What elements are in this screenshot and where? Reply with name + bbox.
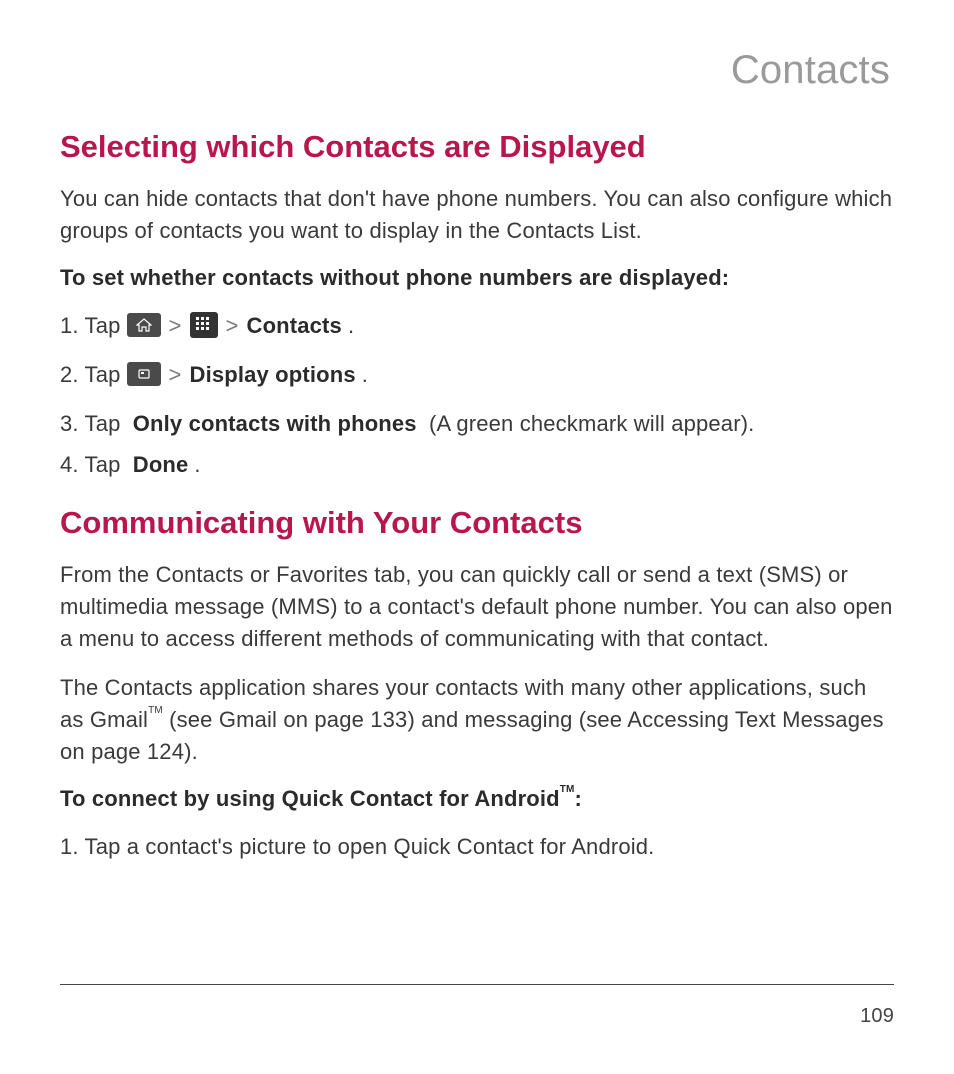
section2-steps: 1. Tap a contact's picture to open Quick…: [60, 830, 894, 863]
section2-subhead: To connect by using Quick Contact for An…: [60, 786, 894, 812]
step3-only-contacts-label: Only contacts with phones: [133, 411, 417, 436]
section2-p1: From the Contacts or Favorites tab, you …: [60, 559, 894, 655]
subhead-part-b: :: [575, 786, 583, 811]
tm-icon-2: TM: [560, 784, 575, 795]
step1-prefix: 1. Tap: [60, 309, 121, 342]
page-header-title: Contacts: [60, 48, 890, 93]
step-4: 4. Tap Done.: [60, 448, 894, 481]
page-number: 109: [860, 1005, 894, 1027]
apps-grid-icon: [190, 312, 218, 338]
step3-suffix: (A green checkmark will appear).: [423, 411, 755, 436]
p2-part-b: (see Gmail on page 133) and messaging (s…: [60, 707, 884, 764]
section-heading-communicating: Communicating with Your Contacts: [60, 505, 894, 541]
step4-period: .: [194, 452, 200, 477]
step-3: 3. Tap Only contacts with phones (A gree…: [60, 407, 894, 440]
section2-step1-text: 1. Tap a contact's picture to open Quick…: [60, 834, 654, 859]
section1-subhead: To set whether contacts without phone nu…: [60, 265, 894, 291]
sep-icon-1: >: [167, 309, 184, 342]
page-footer: 109: [60, 984, 894, 1028]
step4-done-label: Done: [133, 452, 189, 477]
step2-prefix: 2. Tap: [60, 358, 121, 391]
sep-icon-3: >: [167, 358, 184, 391]
subhead-part-a: To connect by using Quick Contact for An…: [60, 786, 560, 811]
sep-icon-2: >: [224, 309, 241, 342]
step2-display-options-label: Display options: [190, 358, 356, 391]
step1-period: .: [348, 309, 354, 342]
step4-prefix: 4. Tap: [60, 452, 121, 477]
tm-icon-1: TM: [148, 705, 163, 716]
step1-contacts-label: Contacts: [247, 309, 342, 342]
home-icon: [127, 313, 161, 337]
section2-p2: The Contacts application shares your con…: [60, 672, 894, 768]
step-2: 2. Tap > Display options.: [60, 358, 894, 391]
step2-period: .: [362, 358, 368, 391]
step-1: 1. Tap > > Contacts.: [60, 309, 894, 342]
section2-step-1: 1. Tap a contact's picture to open Quick…: [60, 830, 894, 863]
menu-icon: [127, 362, 161, 386]
section1-intro: You can hide contacts that don't have ph…: [60, 183, 894, 247]
step3-prefix: 3. Tap: [60, 411, 121, 436]
section1-steps: 1. Tap > > Contacts. 2. Tap > Display op…: [60, 309, 894, 481]
section-heading-selecting: Selecting which Contacts are Displayed: [60, 129, 894, 165]
